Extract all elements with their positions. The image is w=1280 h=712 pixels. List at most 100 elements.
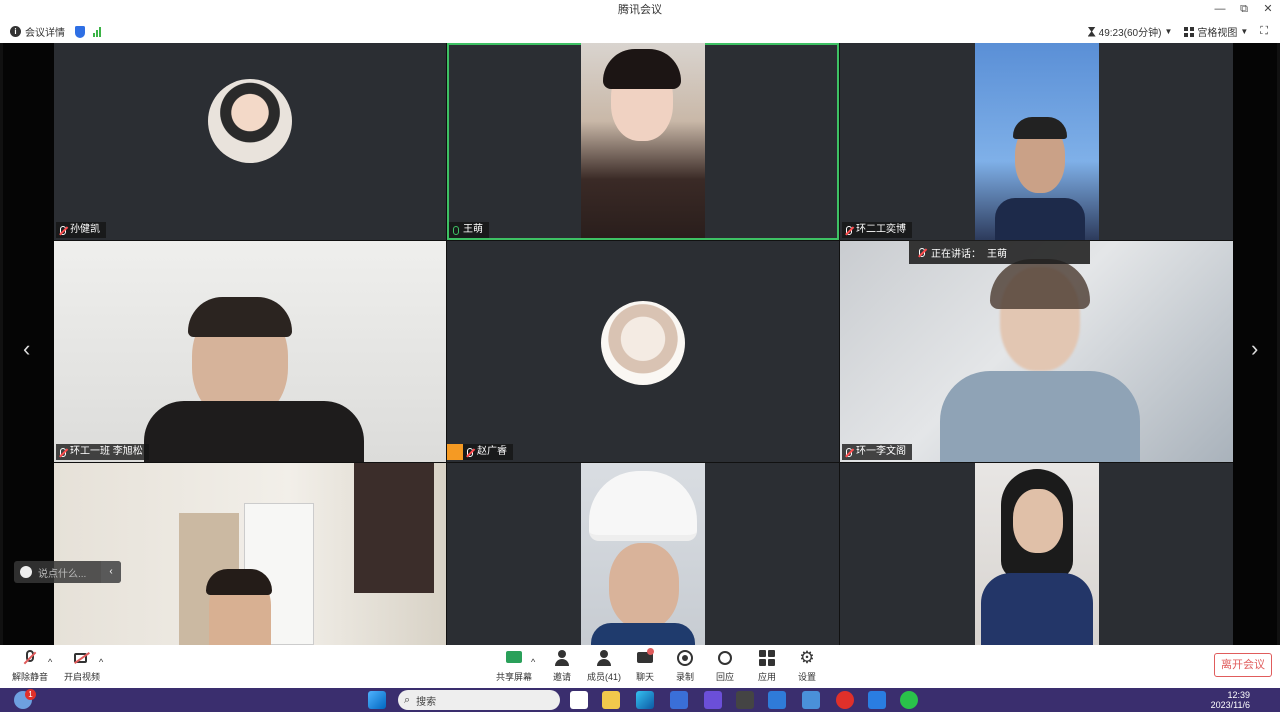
participant-video	[54, 463, 446, 645]
start-video-button[interactable]: 开启视频	[64, 649, 100, 683]
clock-date: 2023/11/6	[1210, 700, 1250, 710]
music-app-icon[interactable]	[836, 691, 854, 709]
speaking-name: 王萌	[987, 248, 1007, 260]
notification-badge: 1	[25, 689, 36, 700]
speaking-indicator: 正在讲话： 王萌	[909, 240, 1090, 264]
mic-muted-icon	[21, 649, 39, 667]
members-button[interactable]: 成员(41)	[587, 649, 621, 683]
gear-icon: ⚙	[799, 648, 815, 667]
edge-icon[interactable]	[636, 691, 654, 709]
participant-avatar	[601, 301, 685, 385]
app-icon[interactable]	[736, 691, 754, 709]
restore-button[interactable]: ⧉	[1232, 0, 1256, 20]
meeting-toolbar: 解除静音 ^ 开启视频 ^ 共享屏幕 ^ 邀请 成员(41) 聊天 录制 回应 …	[0, 645, 1280, 688]
chevron-down-icon: ▼	[1164, 27, 1173, 36]
layout-label: 宫格视图	[1197, 28, 1238, 39]
timer-text: 49:23(60分钟)	[1098, 28, 1162, 39]
invite-label: 邀请	[553, 672, 572, 682]
emoji-icon[interactable]	[20, 566, 32, 578]
search-placeholder: 搜索	[416, 696, 437, 708]
title-bar: 腾讯会议 — ⧉ ✕	[0, 0, 1280, 20]
settings-label: 设置	[798, 672, 817, 682]
next-page-icon[interactable]: ›	[1251, 338, 1258, 360]
collapse-chevron-icon[interactable]: ‹	[101, 561, 121, 583]
participant-name-tag: 赵广睿	[447, 444, 513, 460]
taskbar-search[interactable]: ⌕ 搜索	[398, 690, 560, 710]
window-title: 腾讯会议	[618, 4, 662, 16]
fullscreen-button[interactable]: ⛶	[1260, 25, 1268, 38]
chevron-up-icon[interactable]: ^	[531, 657, 535, 667]
participant-tile[interactable]: 环二工奕博	[840, 43, 1233, 240]
mic-muted-icon	[846, 447, 852, 457]
meeting-info-bar: i 会议详情 49:23(60分钟) ▼ 宫格视图 ▼ ⛶	[0, 20, 1280, 43]
settings-button[interactable]: ⚙ 设置	[798, 649, 816, 683]
leave-meeting-button[interactable]: 离开会议	[1214, 653, 1272, 677]
start-video-label: 开启视频	[64, 672, 101, 682]
mic-muted-icon	[60, 225, 66, 235]
store-icon[interactable]	[670, 691, 688, 709]
chat-icon	[636, 648, 654, 667]
app-icon[interactable]	[768, 691, 786, 709]
participant-name-tag: 环二工奕博	[842, 222, 912, 238]
meeting-timer[interactable]: 49:23(60分钟) ▼	[1087, 24, 1173, 39]
system-clock[interactable]: 12:39 2023/11/6	[1211, 690, 1250, 710]
mic-muted-icon	[467, 447, 473, 457]
grid-view-icon	[1184, 26, 1195, 37]
chevron-down-icon: ▼	[1240, 27, 1249, 36]
info-right-group: 49:23(60分钟) ▼ 宫格视图 ▼ ⛶	[1087, 20, 1280, 43]
participant-name-tag: 王萌	[449, 222, 489, 238]
chat-button[interactable]: 聊天	[636, 648, 654, 683]
file-explorer-icon[interactable]	[602, 691, 620, 709]
participant-tile[interactable]: 孙健凯	[54, 43, 446, 240]
record-label: 录制	[676, 672, 695, 682]
invite-button[interactable]: 邀请	[553, 649, 571, 683]
tencent-meeting-icon[interactable]	[868, 691, 886, 709]
mic-on-icon	[453, 225, 459, 235]
shield-icon[interactable]	[75, 25, 85, 38]
prev-page-icon[interactable]: ‹	[23, 338, 30, 360]
participant-tile[interactable]	[840, 463, 1233, 645]
close-button[interactable]: ✕	[1256, 0, 1280, 20]
participant-tile[interactable]: 环工一班 李旭松	[54, 241, 446, 462]
unmute-label: 解除静音	[12, 672, 49, 682]
share-screen-button[interactable]: 共享屏幕	[496, 649, 532, 683]
hourglass-icon	[1087, 26, 1096, 37]
participant-video	[581, 463, 705, 645]
layout-switch-button[interactable]: 宫格视图 ▼	[1184, 24, 1248, 39]
fullscreen-icon: ⛶	[1260, 25, 1268, 37]
participant-tile[interactable]	[447, 463, 839, 645]
participant-video	[975, 463, 1099, 645]
apps-icon	[758, 649, 776, 667]
participant-name: 赵广睿	[477, 446, 507, 457]
minimize-button[interactable]: —	[1208, 0, 1232, 20]
participant-video	[840, 241, 1233, 462]
meeting-app: 腾讯会议 — ⧉ ✕ i 会议详情 49:23(60分钟) ▼ 宫格视图 ▼ ⛶…	[0, 0, 1280, 712]
speaking-label: 正在讲话：	[931, 248, 981, 260]
members-label: 成员(41)	[587, 672, 622, 682]
network-signal-icon[interactable]	[93, 26, 101, 37]
start-icon[interactable]	[368, 691, 386, 709]
reaction-button[interactable]: 回应	[716, 649, 734, 683]
wechat-icon[interactable]	[900, 691, 918, 709]
participant-tile[interactable]: 赵广睿	[447, 241, 839, 462]
mic-muted-icon	[60, 447, 66, 457]
share-screen-label: 共享屏幕	[496, 672, 533, 682]
meeting-details-label: 会议详情	[25, 28, 65, 39]
apps-button[interactable]: 应用	[758, 649, 776, 683]
participant-tile[interactable]: 环一李文阁	[840, 241, 1233, 462]
participant-tile[interactable]: 王萌	[447, 43, 839, 240]
chevron-up-icon[interactable]: ^	[48, 657, 52, 667]
app-icon[interactable]	[802, 691, 820, 709]
participant-name: 环二工奕博	[856, 224, 906, 235]
quick-chat-input[interactable]: 说点什么... ‹	[14, 561, 121, 583]
app-icon[interactable]	[704, 691, 722, 709]
meeting-details-button[interactable]: i 会议详情	[10, 24, 65, 39]
participant-tile[interactable]	[54, 463, 446, 645]
task-view-icon[interactable]	[570, 691, 588, 709]
chat-placeholder: 说点什么...	[38, 568, 87, 580]
chevron-up-icon[interactable]: ^	[99, 657, 103, 667]
members-icon	[595, 649, 613, 667]
camera-off-icon	[73, 649, 91, 667]
unmute-button[interactable]: 解除静音	[12, 649, 48, 683]
record-button[interactable]: 录制	[676, 649, 694, 683]
